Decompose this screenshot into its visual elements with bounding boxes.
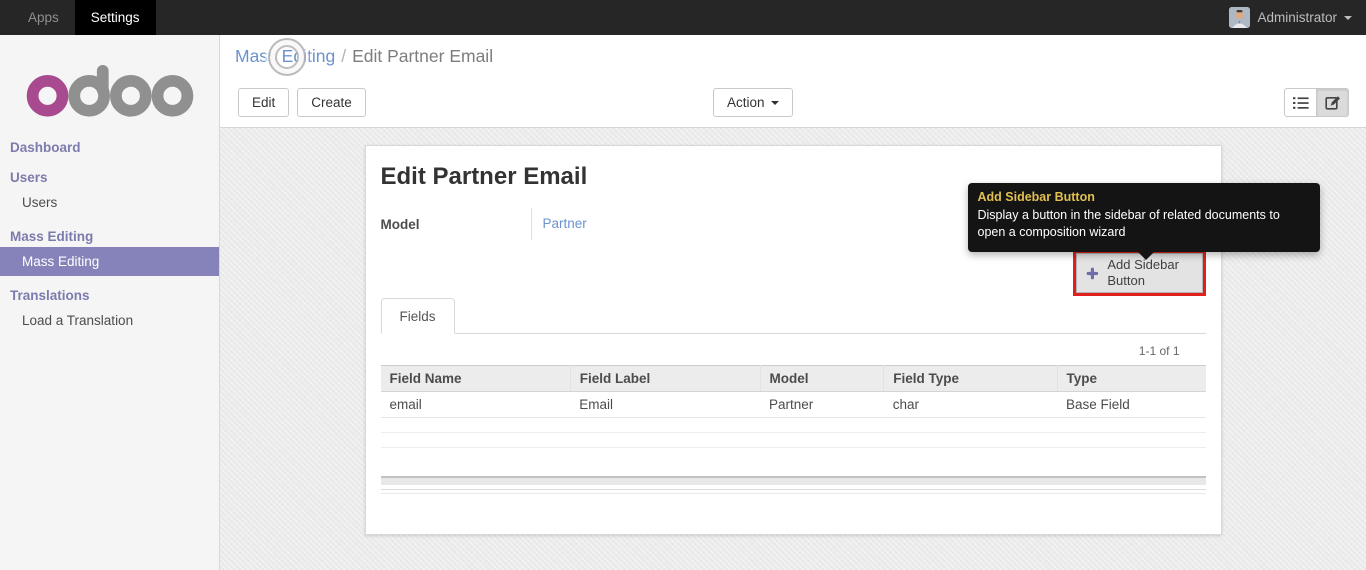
form-view-button[interactable] <box>1316 88 1349 117</box>
caret-down-icon <box>770 100 779 105</box>
content-area: Edit Partner Email Model Partner Add Sid… <box>220 128 1366 570</box>
col-field-label[interactable]: Field Label <box>570 365 761 392</box>
sidebar-button-area: Add Sidebar Button <box>381 250 1206 296</box>
top-menu: Apps Settings <box>0 0 156 35</box>
cell-field-label: Email <box>570 391 760 418</box>
field-separator <box>530 208 532 240</box>
user-name: Administrator <box>1257 10 1337 25</box>
col-field-type[interactable]: Field Type <box>883 365 1058 392</box>
top-menu-settings[interactable]: Settings <box>74 0 156 35</box>
action-dropdown-button[interactable]: Action <box>713 88 793 117</box>
model-value-link[interactable]: Partner <box>543 216 587 231</box>
app-sidebar: Dashboard Users Users Mass Editing Mass … <box>0 35 220 570</box>
sidebar-nav: Dashboard Users Users Mass Editing Mass … <box>0 135 219 335</box>
empty-row <box>380 417 1206 433</box>
fields-table: Field Name Field Label Model Field Type … <box>380 365 1206 466</box>
empty-row <box>381 448 1206 466</box>
sidebar-header-translations[interactable]: Translations <box>0 285 219 306</box>
view-switcher <box>1284 88 1349 117</box>
add-sidebar-button-label: Add Sidebar Button <box>1107 257 1179 288</box>
sidebar-header-mass-editing[interactable]: Mass Editing <box>0 226 219 247</box>
sidebar-header-users[interactable]: Users <box>0 167 219 188</box>
sidebar-item-users[interactable]: Users <box>0 188 219 217</box>
sidebar-header-dashboard[interactable]: Dashboard <box>0 137 219 158</box>
breadcrumb-current: Edit Partner Email <box>352 46 494 66</box>
table-row[interactable]: email Email Partner char Base Field <box>380 391 1206 418</box>
odoo-logo <box>0 35 219 135</box>
tab-fields[interactable]: Fields <box>380 298 455 334</box>
col-model[interactable]: Model <box>760 365 885 392</box>
plus-icon <box>1086 267 1098 279</box>
table-header-row: Field Name Field Label Model Field Type … <box>380 365 1206 392</box>
cell-field-type: char <box>883 391 1057 418</box>
cell-type: Base Field <box>1057 391 1206 418</box>
user-avatar <box>1229 7 1251 28</box>
model-field-label: Model <box>380 216 420 232</box>
horizontal-scrollbar[interactable] <box>380 475 1206 485</box>
tooltip-body: Display a button in the sidebar of relat… <box>977 208 1280 240</box>
top-bar: Apps Settings Administrator <box>0 0 1366 35</box>
action-label: Action <box>727 95 765 110</box>
divider <box>380 488 1206 490</box>
cell-model: Partner <box>760 391 884 418</box>
list-view-button[interactable] <box>1284 88 1317 117</box>
cell-field-name: email <box>380 391 571 418</box>
loading-spinner <box>268 38 306 76</box>
notebook-tabs: Fields <box>380 298 1206 334</box>
form-edit-icon <box>1324 95 1340 110</box>
create-button[interactable]: Create <box>297 88 366 117</box>
breadcrumb-separator: / <box>341 46 347 66</box>
pager: 1-1 of 1 <box>381 334 1206 365</box>
top-menu-apps[interactable]: Apps <box>12 0 75 35</box>
tooltip-title: Add Sidebar Button <box>977 190 1095 204</box>
control-panel: Mass Editing / Edit Partner Email Edit Cre… <box>220 35 1366 128</box>
divider <box>380 492 1206 494</box>
edit-button[interactable]: Edit <box>238 88 290 117</box>
odoo-backend-screen: Apps Settings Administrator Dashboard Us… <box>0 0 1366 570</box>
sidebar-item-load-translation[interactable]: Load a Translation <box>0 306 219 335</box>
user-menu[interactable]: Administrator <box>1229 0 1366 35</box>
col-type[interactable]: Type <box>1057 365 1206 392</box>
pager-range[interactable]: 1-1 of 1 <box>1139 344 1180 358</box>
sidebar-item-mass-editing[interactable]: Mass Editing <box>0 247 219 276</box>
tooltip-popup: Add Sidebar Button Display a button in t… <box>967 183 1320 260</box>
tooltip-arrow <box>1137 251 1154 260</box>
caret-down-icon <box>1344 15 1352 20</box>
empty-row <box>380 432 1206 448</box>
col-field-name[interactable]: Field Name <box>380 365 571 392</box>
list-view-icon <box>1292 96 1309 109</box>
form-sheet: Edit Partner Email Model Partner Add Sid… <box>364 145 1320 535</box>
record-buttons: Edit Create <box>238 88 366 117</box>
